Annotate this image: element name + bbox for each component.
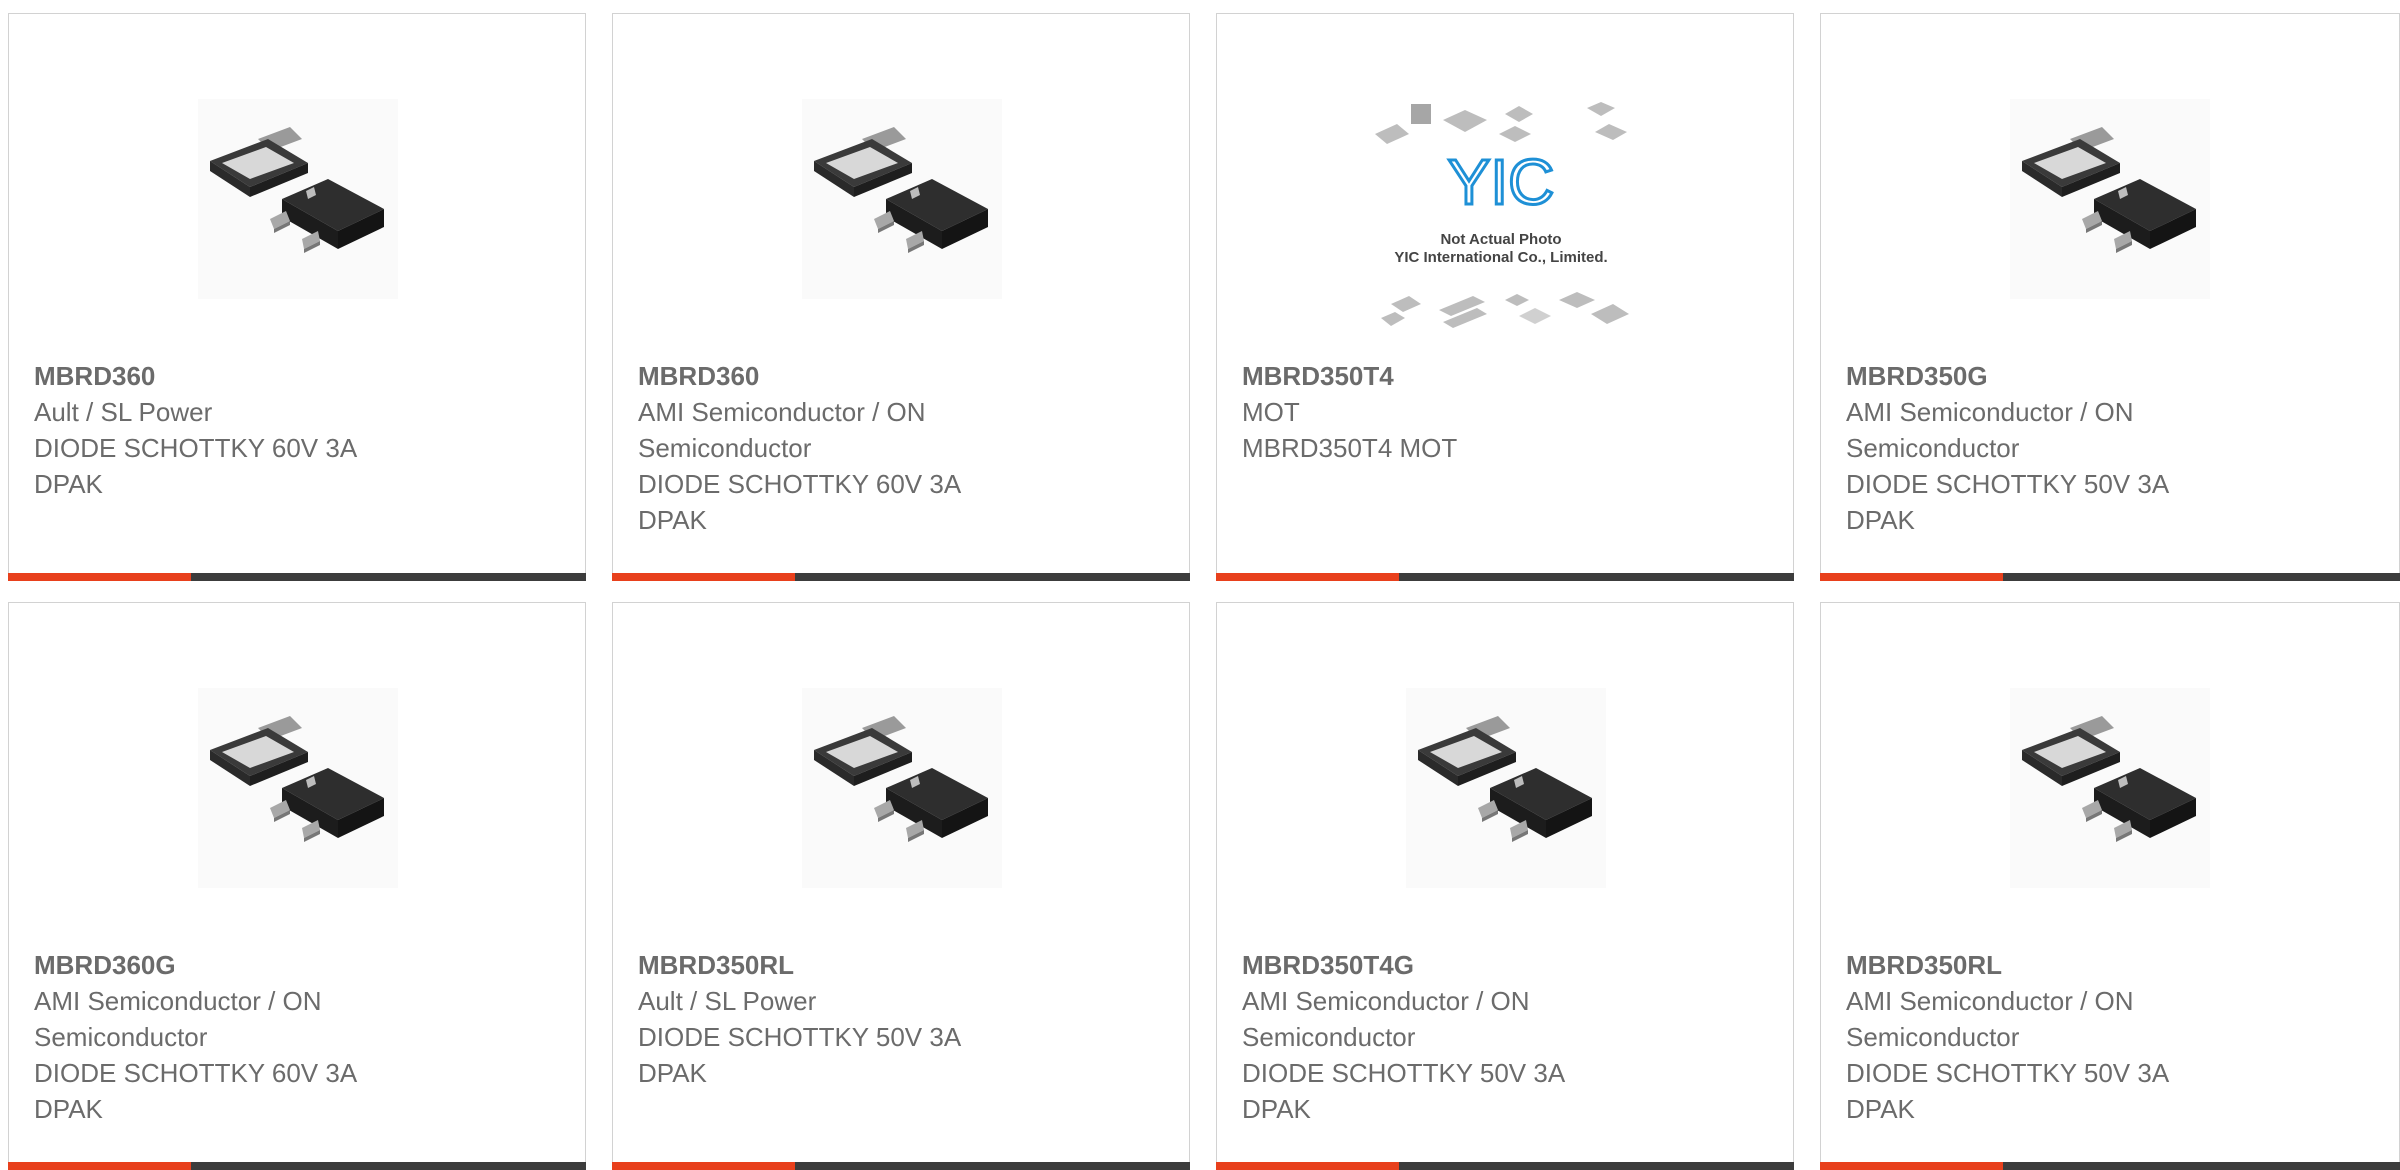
dpak-package-icon (1406, 688, 1606, 888)
description-text: DIODE SCHOTTKY 60V 3A (34, 1058, 358, 1088)
card-footer-accent (1820, 573, 2003, 581)
description-text: DIODE SCHOTTKY 50V 3A (1846, 469, 2170, 499)
product-card[interactable]: MBRD360G AMI Semiconductor / ON Semicond… (8, 602, 586, 1170)
card-footer-bar (612, 573, 1190, 581)
card-footer-bar (8, 573, 586, 581)
manufacturer-text: AMI Semiconductor / ON Semiconductor (34, 986, 322, 1052)
manufacturer-text: AMI Semiconductor / ON Semiconductor (1242, 986, 1530, 1052)
dpak-package-icon (2010, 688, 2210, 888)
part-number-link[interactable]: MBRD360 (34, 358, 504, 394)
manufacturer-text: AMI Semiconductor / ON Semiconductor (638, 397, 926, 463)
product-image[interactable] (1995, 84, 2225, 314)
dpak-package-icon (198, 99, 398, 299)
part-number-link[interactable]: MBRD360 (638, 358, 1108, 394)
product-info: MBRD350T4 MOT MBRD350T4 MOT (1242, 358, 1712, 466)
product-card[interactable]: MBRD350G AMI Semiconductor / ON Semicond… (1820, 13, 2400, 581)
part-number-link[interactable]: MBRD350RL (638, 947, 1108, 983)
part-number-link[interactable]: MBRD350RL (1846, 947, 2316, 983)
placeholder-caption: Not Actual Photo (1440, 231, 1561, 248)
dpak-package-icon (802, 688, 1002, 888)
description-text: DIODE SCHOTTKY 50V 3A (1242, 1058, 1566, 1088)
dpak-package-icon (802, 99, 1002, 299)
card-footer-bar (1820, 573, 2400, 581)
product-card[interactable]: MBRD350RL AMI Semiconductor / ON Semicon… (1820, 602, 2400, 1170)
package-text: DPAK (1846, 505, 1915, 535)
description-text: MBRD350T4 MOT (1242, 433, 1458, 463)
card-footer-accent (8, 573, 191, 581)
product-card[interactable]: YIC Not Actual Photo YIC International C… (1216, 13, 1794, 581)
product-info: MBRD350RL AMI Semiconductor / ON Semicon… (1846, 947, 2316, 1127)
product-card[interactable]: MBRD360 Ault / SL Power DIODE SCHOTTKY 6… (8, 13, 586, 581)
placeholder-company: YIC International Co., Limited. (1394, 249, 1607, 266)
part-number-link[interactable]: MBRD350G (1846, 358, 2316, 394)
card-footer-accent (612, 573, 795, 581)
description-text: DIODE SCHOTTKY 50V 3A (638, 1022, 962, 1052)
manufacturer-text: AMI Semiconductor / ON Semiconductor (1846, 986, 2134, 1052)
card-footer-bar (612, 1162, 1190, 1170)
card-footer-bar (1216, 1162, 1794, 1170)
card-footer-accent (1820, 1162, 2003, 1170)
product-card[interactable]: MBRD360 AMI Semiconductor / ON Semicondu… (612, 13, 1190, 581)
card-footer-bar (1216, 573, 1794, 581)
product-info: MBRD350T4G AMI Semiconductor / ON Semico… (1242, 947, 1712, 1127)
placeholder-brand-logo: YIC (1448, 146, 1555, 218)
part-number-link[interactable]: MBRD360G (34, 947, 504, 983)
product-image[interactable]: YIC Not Actual Photo YIC International C… (1369, 94, 1643, 344)
description-text: DIODE SCHOTTKY 50V 3A (1846, 1058, 2170, 1088)
card-footer-accent (612, 1162, 795, 1170)
manufacturer-text: AMI Semiconductor / ON Semiconductor (1846, 397, 2134, 463)
product-info: MBRD360G AMI Semiconductor / ON Semicond… (34, 947, 504, 1127)
description-text: DIODE SCHOTTKY 60V 3A (34, 433, 358, 463)
product-info: MBRD360 Ault / SL Power DIODE SCHOTTKY 6… (34, 358, 504, 502)
product-card[interactable]: MBRD350T4G AMI Semiconductor / ON Semico… (1216, 602, 1794, 1170)
product-image[interactable] (183, 673, 413, 903)
package-text: DPAK (638, 1058, 707, 1088)
product-info: MBRD360 AMI Semiconductor / ON Semicondu… (638, 358, 1108, 538)
product-image[interactable] (1391, 673, 1621, 903)
not-actual-photo-placeholder-icon: YIC Not Actual Photo YIC International C… (1375, 102, 1629, 328)
manufacturer-text: Ault / SL Power (34, 397, 213, 427)
card-footer-accent (1216, 573, 1399, 581)
dpak-package-icon (198, 688, 398, 888)
product-image[interactable] (1995, 673, 2225, 903)
card-footer-bar (8, 1162, 586, 1170)
package-text: DPAK (34, 1094, 103, 1124)
card-footer-bar (1820, 1162, 2400, 1170)
description-text: DIODE SCHOTTKY 60V 3A (638, 469, 962, 499)
manufacturer-text: Ault / SL Power (638, 986, 817, 1016)
package-text: DPAK (1242, 1094, 1311, 1124)
product-image[interactable] (787, 673, 1017, 903)
manufacturer-text: MOT (1242, 397, 1300, 427)
product-card[interactable]: MBRD350RL Ault / SL Power DIODE SCHOTTKY… (612, 602, 1190, 1170)
package-text: DPAK (1846, 1094, 1915, 1124)
product-image[interactable] (183, 84, 413, 314)
product-grid: MBRD360 Ault / SL Power DIODE SCHOTTKY 6… (0, 0, 2400, 1170)
card-footer-accent (8, 1162, 191, 1170)
dpak-package-icon (2010, 99, 2210, 299)
package-text: DPAK (34, 469, 103, 499)
product-info: MBRD350RL Ault / SL Power DIODE SCHOTTKY… (638, 947, 1108, 1091)
part-number-link[interactable]: MBRD350T4 (1242, 358, 1712, 394)
product-info: MBRD350G AMI Semiconductor / ON Semicond… (1846, 358, 2316, 538)
part-number-link[interactable]: MBRD350T4G (1242, 947, 1712, 983)
card-footer-accent (1216, 1162, 1399, 1170)
package-text: DPAK (638, 505, 707, 535)
product-image[interactable] (787, 84, 1017, 314)
